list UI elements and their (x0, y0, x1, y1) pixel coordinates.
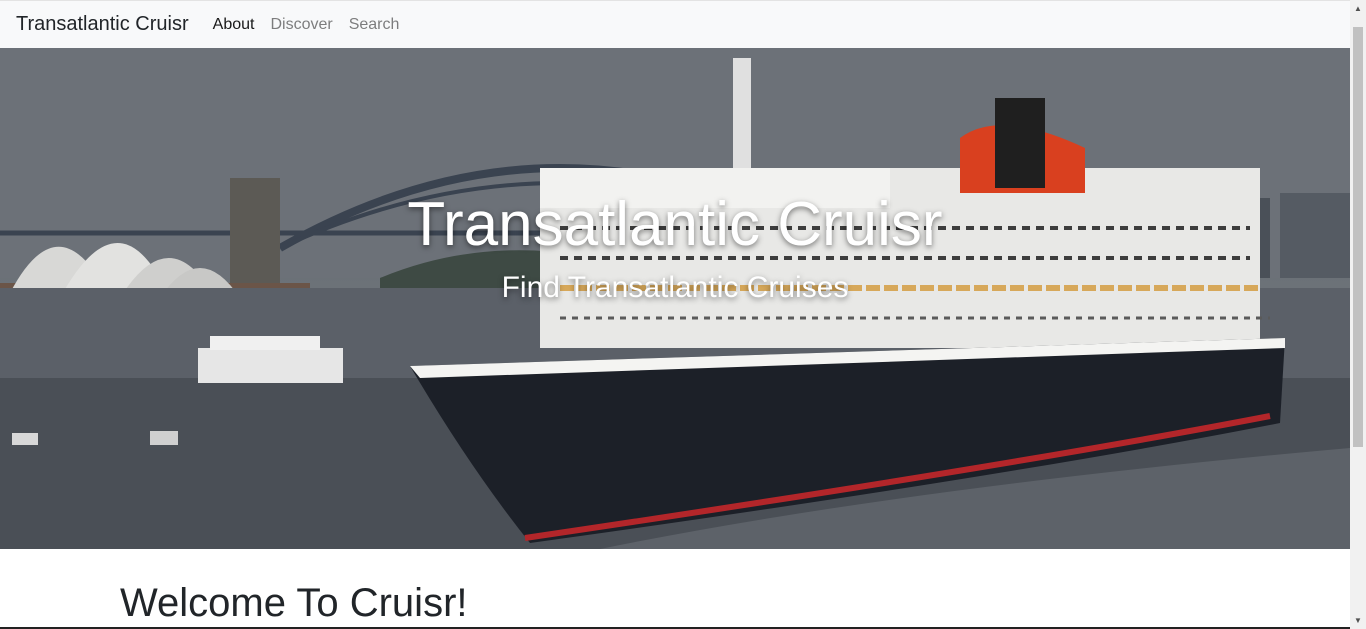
welcome-heading: Welcome To Cruisr! (120, 581, 468, 625)
scroll-down-arrow-icon[interactable]: ▼ (1350, 612, 1366, 629)
brand-link[interactable]: Transatlantic Cruisr (16, 13, 189, 36)
nav-links: About Discover Search (205, 16, 408, 34)
nav-link-about[interactable]: About (205, 16, 263, 34)
top-navbar: Transatlantic Cruisr About Discover Sear… (0, 0, 1350, 48)
page-scrollbar[interactable]: ▲ ▼ (1350, 0, 1366, 629)
nav-link-discover[interactable]: Discover (262, 16, 340, 34)
hero-title: Transatlantic Cruisr (407, 190, 943, 259)
scrollbar-thumb[interactable] (1353, 27, 1363, 447)
nav-link-search[interactable]: Search (341, 16, 408, 34)
scroll-up-arrow-icon[interactable]: ▲ (1350, 0, 1366, 17)
hero-banner: Transatlantic Cruisr Find Transatlantic … (0, 48, 1350, 549)
hero-subtitle: Find Transatlantic Cruises (501, 271, 849, 304)
